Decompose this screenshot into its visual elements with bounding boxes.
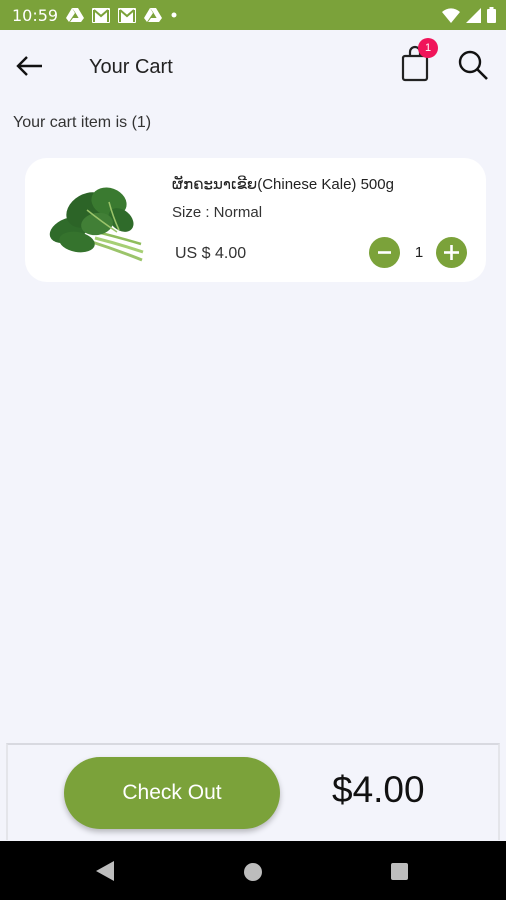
drive-icon [66,8,84,22]
system-icons [442,7,496,23]
plus-icon [444,245,459,260]
drive-icon [144,8,162,22]
status-time: 10:59 [12,6,59,25]
cart-badge: 1 [418,38,438,58]
chinese-kale-image [49,187,144,262]
nav-home-icon[interactable] [244,863,262,881]
cell-signal-icon [466,7,481,23]
nav-back-icon[interactable] [96,861,114,881]
product-price: US $ 4.00 [175,245,247,262]
gmail-icon [118,7,136,23]
app-bar: Your Cart 1 [0,30,506,102]
product-image [47,172,147,262]
search-icon [458,50,488,80]
cart-total: $4.00 [332,769,425,810]
dot-icon [171,12,177,18]
cart-item-count: Your cart item is (1) [13,114,152,131]
battery-icon [487,7,496,23]
wifi-icon [442,7,460,23]
gmail-icon [92,7,110,23]
back-button[interactable] [14,50,46,82]
nav-recent-apps-icon[interactable] [391,863,408,880]
notification-icons [66,7,178,23]
checkout-panel: Check Out $4.00 [6,743,500,840]
system-nav-bar [0,841,506,900]
decrease-quantity-button[interactable] [369,237,400,268]
page-title: Your Cart [89,56,173,78]
search-button[interactable] [456,48,490,82]
checkout-button[interactable]: Check Out [64,757,280,829]
product-name: ຜັກຄະນາເຂີຍ(Chinese Kale) 500g [172,176,394,193]
cart-item-card: ຜັກຄະນາເຂີຍ(Chinese Kale) 500g Size : No… [25,158,486,282]
product-size: Size : Normal [172,204,263,221]
minus-icon [378,251,391,254]
increase-quantity-button[interactable] [436,237,467,268]
status-bar: 10:59 [0,0,506,30]
arrow-left-icon [16,56,42,76]
quantity-value: 1 [414,244,424,261]
